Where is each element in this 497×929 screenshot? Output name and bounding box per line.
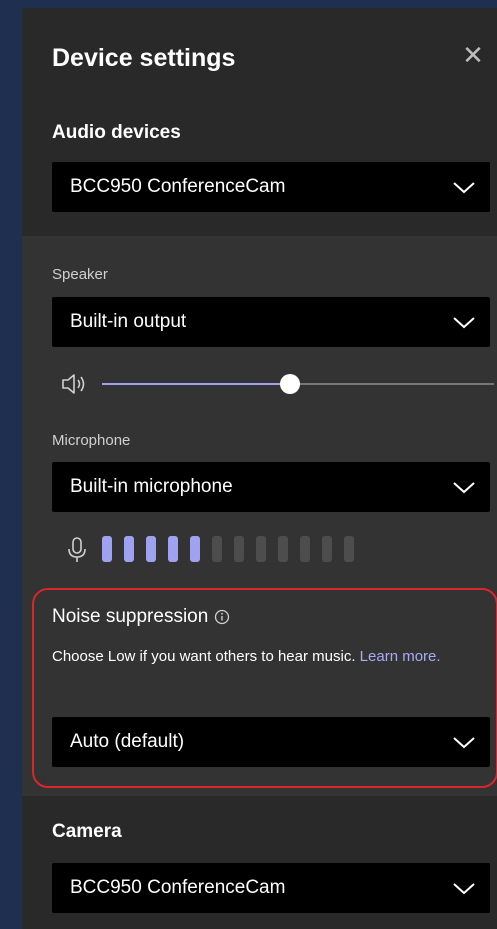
microphone-dropdown[interactable]: Built-in microphone xyxy=(52,462,490,512)
microphone-level-bar xyxy=(322,536,332,562)
microphone-level-bar xyxy=(212,536,222,562)
chevron-down-icon xyxy=(453,182,475,194)
microphone-level-bar xyxy=(146,536,156,562)
noise-suppression-label: Noise suppression xyxy=(52,606,209,627)
microphone-value: Built-in microphone xyxy=(70,476,233,497)
microphone-level-bar xyxy=(278,536,288,562)
device-settings-panel: Device settings ✕ Audio devices BCC950 C… xyxy=(22,8,497,929)
audio-devices-title: Audio devices xyxy=(52,122,181,143)
microphone-level-bar xyxy=(168,536,178,562)
speaker-value: Built-in output xyxy=(70,311,187,332)
microphone-level-bar xyxy=(124,536,134,562)
microphone-label: Microphone xyxy=(52,432,131,449)
close-button[interactable]: ✕ xyxy=(456,38,490,72)
volume-slider-fill xyxy=(102,383,291,385)
noise-suppression-description: Choose Low if you want others to hear mu… xyxy=(52,644,492,669)
microphone-level-meter xyxy=(102,536,354,562)
chevron-down-icon xyxy=(453,883,475,895)
microphone-level-bar xyxy=(256,536,266,562)
microphone-icon xyxy=(68,537,86,562)
microphone-level-bar xyxy=(102,536,112,562)
microphone-level-bar xyxy=(344,536,354,562)
microphone-level-bar xyxy=(300,536,310,562)
microphone-level-bar xyxy=(234,536,244,562)
camera-value: BCC950 ConferenceCam xyxy=(70,877,286,898)
chevron-down-icon xyxy=(453,482,475,494)
panel-title: Device settings xyxy=(52,44,236,72)
audio-device-dropdown[interactable]: BCC950 ConferenceCam xyxy=(52,162,490,212)
noise-suppression-title: Noise suppression xyxy=(52,606,230,628)
close-icon: ✕ xyxy=(462,39,484,70)
info-icon[interactable] xyxy=(214,609,230,625)
noise-suppression-text: Choose Low if you want others to hear mu… xyxy=(52,648,356,665)
speaker-dropdown[interactable]: Built-in output xyxy=(52,297,490,347)
noise-suppression-value: Auto (default) xyxy=(70,731,185,752)
camera-title: Camera xyxy=(52,821,122,842)
speaker-icon xyxy=(62,374,85,394)
microphone-level-bar xyxy=(190,536,200,562)
speaker-label: Speaker xyxy=(52,266,108,283)
chevron-down-icon xyxy=(453,317,475,329)
camera-dropdown[interactable]: BCC950 ConferenceCam xyxy=(52,863,490,913)
chevron-down-icon xyxy=(453,737,475,749)
audio-device-value: BCC950 ConferenceCam xyxy=(70,176,286,197)
noise-suppression-dropdown[interactable]: Auto (default) xyxy=(52,717,490,767)
learn-more-link[interactable]: Learn more. xyxy=(360,648,441,665)
